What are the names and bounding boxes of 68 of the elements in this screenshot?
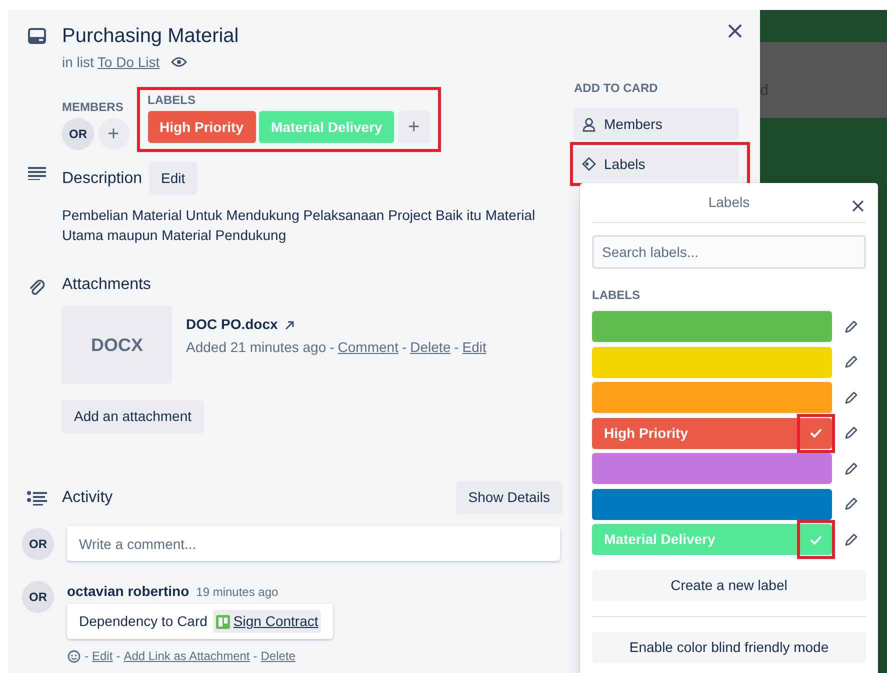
user-avatar[interactable]: OR xyxy=(22,528,54,560)
user-avatar[interactable]: OR xyxy=(22,581,54,614)
eye-icon xyxy=(171,56,188,68)
section-heading: Description xyxy=(62,168,142,188)
section-heading: Activity xyxy=(62,488,113,508)
pencil-icon[interactable] xyxy=(844,462,858,476)
separator-text: - xyxy=(84,648,88,666)
pencil-icon[interactable] xyxy=(844,532,858,547)
close-icon xyxy=(852,200,864,212)
paperclip-icon xyxy=(28,279,46,297)
separator-text: - xyxy=(330,338,334,358)
comment-action-link[interactable]: Delete xyxy=(260,647,296,666)
sidebar-heading: ADD TO CARD xyxy=(574,80,659,96)
description-text: Pembelian Material Untuk Mendukung Pelaksanaan Project Baik itu Material Utama maupun Material Pendukung xyxy=(62,206,536,245)
close-icon xyxy=(728,24,742,38)
pencil-icon[interactable] xyxy=(844,390,858,405)
external-link-icon xyxy=(284,320,295,330)
card-link[interactable]: Sign Contract xyxy=(213,610,322,634)
person-icon xyxy=(582,116,596,132)
separator-text: - xyxy=(454,338,459,358)
sidebar-button[interactable]: Labels xyxy=(574,148,739,180)
separator-text: - xyxy=(253,648,258,666)
colorblind-mode-button[interactable]: Enable color blind friendly mode xyxy=(592,632,866,662)
attachment-action-link[interactable]: Delete xyxy=(410,337,451,358)
add-member-button[interactable]: + xyxy=(98,118,130,150)
attachment-action-link[interactable]: Edit xyxy=(462,337,486,358)
show-details-button[interactable]: Show Details xyxy=(456,481,562,514)
emoji-icon xyxy=(67,649,81,664)
create-label-button[interactable]: Create a new label xyxy=(592,570,866,600)
label-name: High Priority xyxy=(604,424,688,443)
pencil-icon[interactable] xyxy=(844,426,858,440)
pencil-icon[interactable] xyxy=(844,497,858,512)
labels-heading: LABELS xyxy=(148,92,196,108)
comment-action-link[interactable]: Add Link as Attachment xyxy=(124,647,250,666)
tag-icon xyxy=(582,156,596,172)
card-link-text: Sign Contract xyxy=(233,612,318,632)
attachment-thumbnail[interactable]: DOCX xyxy=(62,306,172,384)
labels-heading: LABELS xyxy=(592,287,641,303)
comment-text: Dependency to Card xyxy=(79,612,208,632)
section-heading: Attachments xyxy=(62,275,152,294)
list-link[interactable]: To Do List xyxy=(97,52,160,72)
separator-text: - xyxy=(116,648,120,666)
pencil-icon[interactable] xyxy=(844,355,858,370)
label-chip[interactable]: High Priority xyxy=(148,111,256,143)
timestamp: 19 minutes ago xyxy=(196,584,278,602)
pencil-icon[interactable] xyxy=(844,320,858,334)
member-avatar[interactable]: OR xyxy=(62,118,94,150)
sidebar-button[interactable]: Members xyxy=(574,108,739,140)
description-icon xyxy=(28,166,46,180)
search-field[interactable]: Search labels... xyxy=(592,235,866,269)
separator-text: - xyxy=(402,338,407,358)
label-name: Material Delivery xyxy=(604,530,716,550)
activity-icon xyxy=(27,490,47,506)
card-icon xyxy=(28,28,46,44)
edit-button[interactable]: Edit xyxy=(149,162,198,195)
members-heading: MEMBERS xyxy=(62,98,124,114)
author-name: octavian robertino xyxy=(67,582,190,602)
attachment-action-link[interactable]: Comment xyxy=(338,337,398,358)
popover-title: Labels xyxy=(708,193,750,212)
card-title: Purchasing Material xyxy=(62,24,240,48)
comment-field[interactable]: Write a comment... xyxy=(67,526,560,562)
comment-action-link[interactable]: Edit xyxy=(92,647,113,666)
list-prefix: in list xyxy=(62,52,94,72)
board-icon xyxy=(216,614,230,629)
attachment-name: DOC PO.docx xyxy=(186,315,278,334)
add-attachment-button[interactable]: Add an attachment xyxy=(62,400,204,434)
attachment-meta: Added 21 minutes ago xyxy=(186,338,326,358)
add-label-button[interactable]: + xyxy=(398,111,430,143)
